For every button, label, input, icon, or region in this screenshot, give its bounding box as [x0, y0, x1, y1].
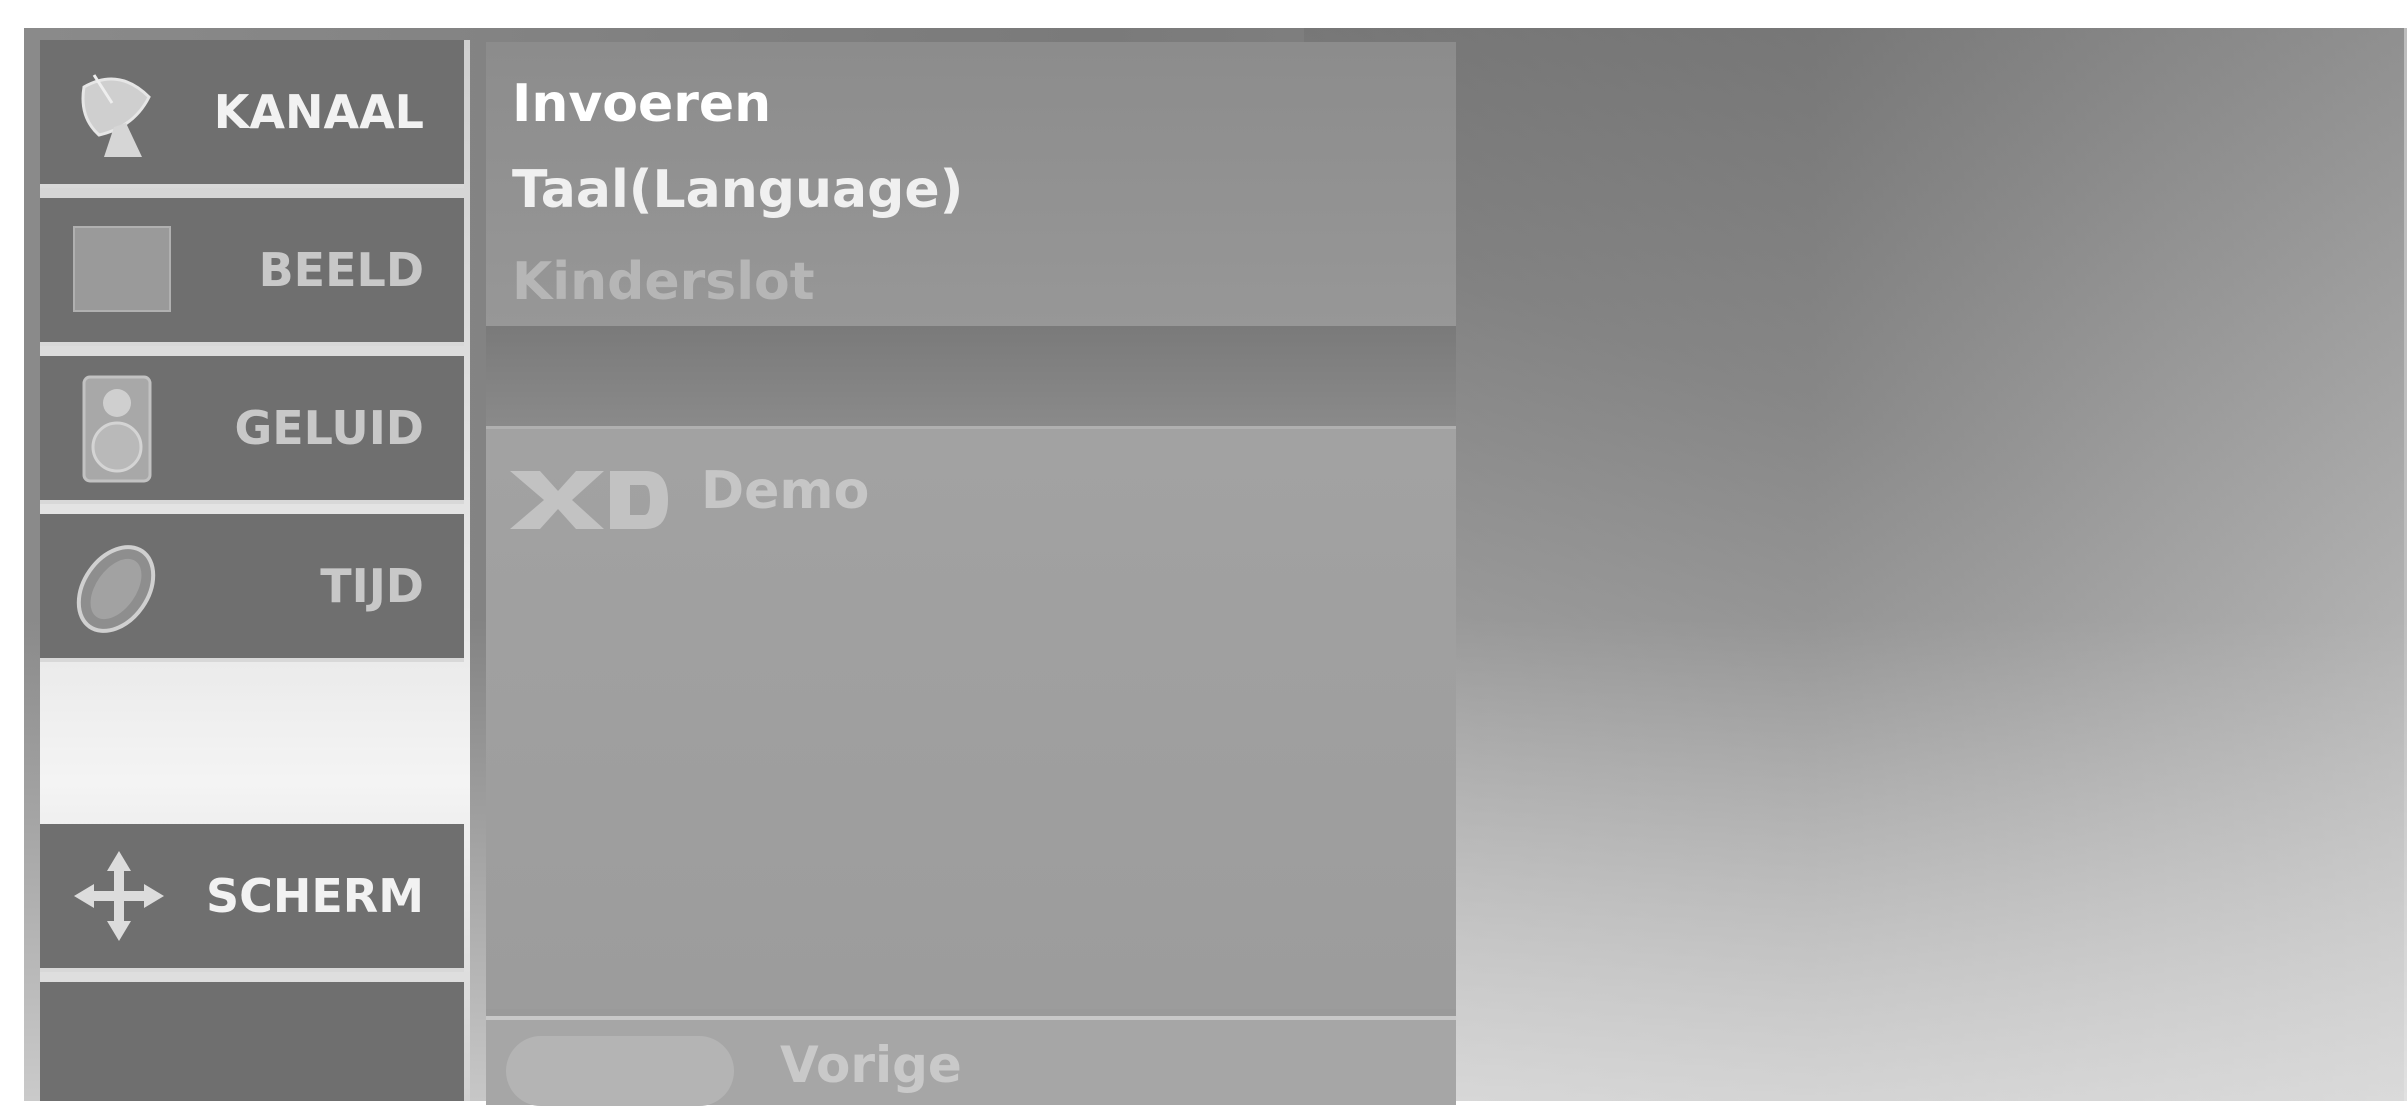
previous-button-icon[interactable]	[506, 1036, 734, 1106]
xd-logo	[510, 471, 668, 529]
category-label: TIJD	[320, 559, 424, 613]
category-beeld[interactable]: BEELD	[40, 198, 464, 346]
category-empty	[40, 982, 464, 1101]
menu-item-kinderslot[interactable]: Kinderslot	[512, 252, 815, 312]
category-label: BEELD	[258, 243, 424, 297]
category-label: KANAAL	[213, 85, 424, 139]
category-label: GELUID	[234, 401, 424, 455]
demo-menu-item[interactable]: Demo	[701, 461, 869, 521]
category-scherm[interactable]: SCHERM	[40, 824, 464, 972]
clock-globe-icon	[76, 545, 156, 633]
submenu-panel: Invoeren Taal(Language) Kinderslot Demo …	[486, 42, 1456, 1106]
picture-square-icon	[73, 226, 171, 312]
category-tijd[interactable]: TIJD	[40, 514, 464, 662]
footer-bar: Vorige	[486, 1016, 1456, 1106]
speaker-icon	[82, 375, 152, 483]
category-geluid[interactable]: GELUID	[40, 356, 464, 504]
menu-item-taal[interactable]: Taal(Language)	[512, 160, 963, 220]
move-arrows-icon	[74, 851, 164, 941]
submenu-list: Invoeren Taal(Language) Kinderslot	[486, 42, 1456, 326]
category-kanaal[interactable]: KANAAL	[40, 40, 464, 188]
category-sidebar: KANAAL BEELD GELUID TIJD SCHERM	[40, 40, 470, 1101]
menu-item-invoeren[interactable]: Invoeren	[512, 74, 771, 134]
previous-label: Vorige	[780, 1036, 962, 1094]
category-label: SCHERM	[205, 869, 424, 923]
satellite-dish-icon	[81, 74, 151, 157]
panel-divider	[486, 326, 1456, 426]
demo-section: Demo	[486, 426, 1456, 1009]
